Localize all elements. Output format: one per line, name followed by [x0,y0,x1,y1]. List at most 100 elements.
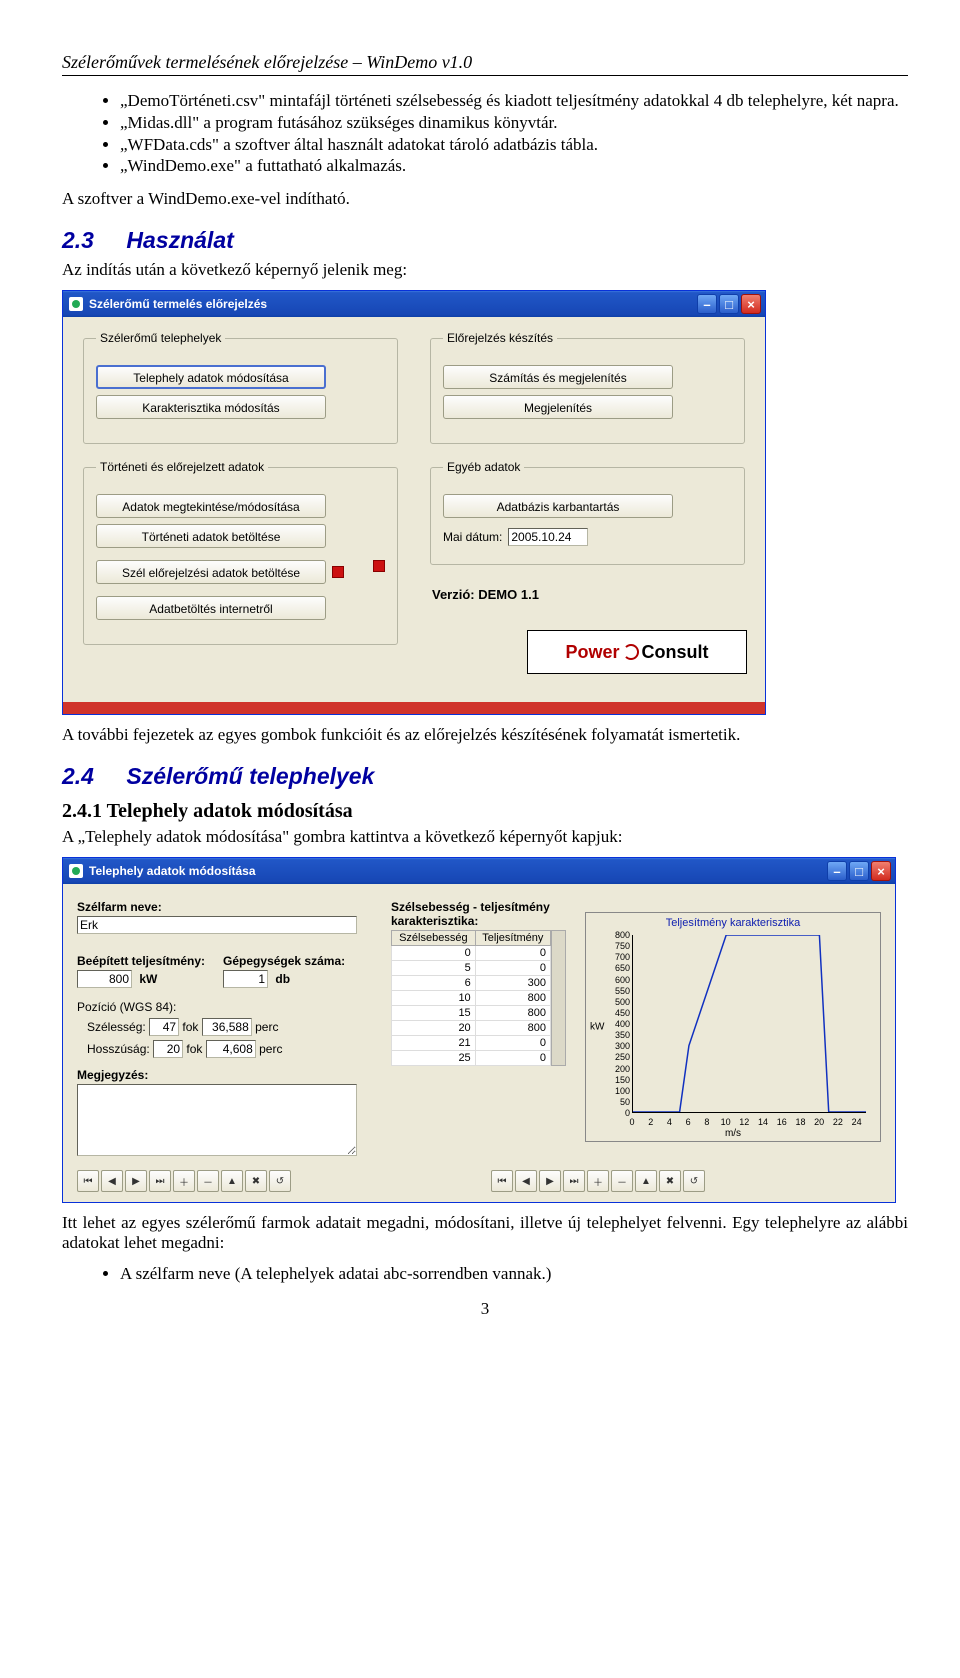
nav-insert-button[interactable]: ＋ [587,1170,609,1192]
close-button[interactable]: × [741,294,761,314]
table-row: 50 [392,961,551,976]
x-axis-unit: m/s [725,1128,741,1139]
nav-cancel-button[interactable]: ✖ [245,1170,267,1192]
date-field[interactable] [508,528,588,546]
adatbazis-karbantartas-button[interactable]: Adatbázis karbantartás [443,494,673,518]
szelfarm-input[interactable] [77,916,357,934]
paragraph: A szoftver a WindDemo.exe-vel indítható. [62,189,908,209]
hosszusag-fok-input[interactable] [153,1040,183,1058]
beepitett-input[interactable] [77,970,132,988]
window-title: Telephely adatok módosítása [89,864,256,878]
nav-cancel-button[interactable]: ✖ [659,1170,681,1192]
szelesseg-fok-input[interactable] [149,1018,179,1036]
group-egyeb: Egyéb adatok Adatbázis karbantartás Mai … [430,460,745,565]
powerconsult-logo: PowerConsult [527,630,747,674]
nav-next-button[interactable]: ▶ [125,1170,147,1192]
group-legend: Szélerőmű telephelyek [96,331,225,345]
szel-elorejelzes-betoltes-button[interactable]: Szél előrejelzési adatok betöltése [96,560,326,584]
bullet-item: „Midas.dll" a program futásához szüksége… [120,112,908,134]
maximize-button[interactable]: □ [719,294,739,314]
nav-delete-button[interactable]: － [197,1170,219,1192]
nav-group-2: ⏮ ◀ ▶ ⏭ ＋ － ▲ ✖ ↺ [491,1170,705,1192]
kw-unit: kW [139,972,157,986]
group-telephelyek: Szélerőmű telephelyek Telephely adatok m… [83,331,398,444]
close-button[interactable]: × [871,861,891,881]
telephely-window: Telephely adatok módosítása – □ × Szélfa… [62,857,896,1203]
status-dot-icon [373,560,385,572]
table-scrollbar[interactable] [551,930,566,1066]
table-row: 20800 [392,1021,551,1036]
karakterisztika-button[interactable]: Karakterisztika módosítás [96,395,326,419]
szamitas-megjelenites-button[interactable]: Számítás és megjelenítés [443,365,673,389]
gepegysegek-input[interactable] [223,970,268,988]
bullet-item: A szélfarm neve (A telephelyek adatai ab… [120,1263,908,1285]
app-icon [69,297,83,311]
minimize-button[interactable]: – [827,861,847,881]
file-list: „DemoTörténeti.csv" mintafájl történeti … [62,90,908,177]
fok-unit: fok [182,1020,198,1034]
szelesseg-perc-input[interactable] [202,1018,252,1036]
minimize-button[interactable]: – [697,294,717,314]
szelesseg-label: Szélesség: [87,1020,146,1034]
paragraph: A további fejezetek az egyes gombok funk… [62,725,908,745]
megjelenites-button[interactable]: Megjelenítés [443,395,673,419]
nav-prev-button[interactable]: ◀ [515,1170,537,1192]
paragraph: Itt lehet az egyes szélerőmű farmok adat… [62,1213,908,1253]
karakterisztika-chart: Teljesítmény karakterisztika kW m/s 0501… [585,912,881,1142]
table-row: 6300 [392,976,551,991]
paragraph: A „Telephely adatok módosítása" gombra k… [62,827,908,847]
group-torteneti: Történeti és előrejelzett adatok Adatok … [83,460,398,645]
bullet-item: „WFData.cds" a szoftver által használt a… [120,134,908,156]
telephely-adatok-button[interactable]: Telephely adatok módosítása [96,365,326,389]
karakterisztika-table[interactable]: SzélsebességTeljesítmény 00 50 6300 1080… [391,930,551,1066]
hosszusag-perc-input[interactable] [206,1040,256,1058]
status-dot-icon [332,566,344,578]
y-axis-unit: kW [590,1022,604,1033]
nav-edit-button[interactable]: ▲ [221,1170,243,1192]
maximize-button[interactable]: □ [849,861,869,881]
perc-unit: perc [259,1042,282,1056]
section-heading-2-3: 2.3 Használat [62,227,908,254]
page-number: 3 [62,1299,908,1319]
table-row: 15800 [392,1006,551,1021]
fok-unit: fok [186,1042,202,1056]
megjegyzes-label: Megjegyzés: [77,1068,377,1082]
adatok-megtekintese-button[interactable]: Adatok megtekintése/módosítása [96,494,326,518]
nav-prev-button[interactable]: ◀ [101,1170,123,1192]
section-title: Szélerőmű telephelyek [126,763,374,789]
nav-edit-button[interactable]: ▲ [635,1170,657,1192]
nav-refresh-button[interactable]: ↺ [683,1170,705,1192]
internet-betoltes-button[interactable]: Adatbetöltés internetről [96,596,326,620]
group-legend: Történeti és előrejelzett adatok [96,460,268,474]
nav-refresh-button[interactable]: ↺ [269,1170,291,1192]
nav-next-button[interactable]: ▶ [539,1170,561,1192]
section-heading-2-4-1: 2.4.1 Telephely adatok módosítása [62,800,908,823]
bullet-item: „WindDemo.exe" a futtatható alkalmazás. [120,155,908,177]
paragraph: Az indítás után a következő képernyő jel… [62,260,908,280]
nav-delete-button[interactable]: － [611,1170,633,1192]
app-icon [69,864,83,878]
karakterisztika-label: Szélsebesség - teljesítmény karakteriszt… [391,900,571,928]
table-row: 250 [392,1051,551,1066]
nav-insert-button[interactable]: ＋ [173,1170,195,1192]
nav-last-button[interactable]: ⏭ [149,1170,171,1192]
chart-title: Teljesítmény karakterisztika [586,917,880,929]
nav-group-1: ⏮ ◀ ▶ ⏭ ＋ － ▲ ✖ ↺ [77,1170,291,1192]
beepitett-label: Beépített teljesítmény: [77,954,205,968]
gepegysegek-label: Gépegységek száma: [223,954,345,968]
nav-last-button[interactable]: ⏭ [563,1170,585,1192]
db-unit: db [275,972,290,986]
section-heading-2-4: 2.4 Szélerőmű telephelyek [62,763,908,790]
window-title: Szélerőmű termelés előrejelzés [89,297,267,311]
nav-first-button[interactable]: ⏮ [77,1170,99,1192]
footer-band [63,702,765,714]
col-szelsebesseg: Szélsebesség [392,931,476,946]
torteneti-betoltes-button[interactable]: Történeti adatok betöltése [96,524,326,548]
megjegyzes-input[interactable] [77,1084,357,1156]
db-navigator: ⏮ ◀ ▶ ⏭ ＋ － ▲ ✖ ↺ ⏮ ◀ ▶ ⏭ ＋ － ▲ [63,1164,895,1202]
titlebar: Telephely adatok módosítása – □ × [63,858,895,884]
section-number: 2.3 [62,227,120,254]
doc-header: Szélerőművek termelésének előrejelzése –… [62,52,908,76]
nav-first-button[interactable]: ⏮ [491,1170,513,1192]
hosszusag-label: Hosszúság: [87,1042,150,1056]
